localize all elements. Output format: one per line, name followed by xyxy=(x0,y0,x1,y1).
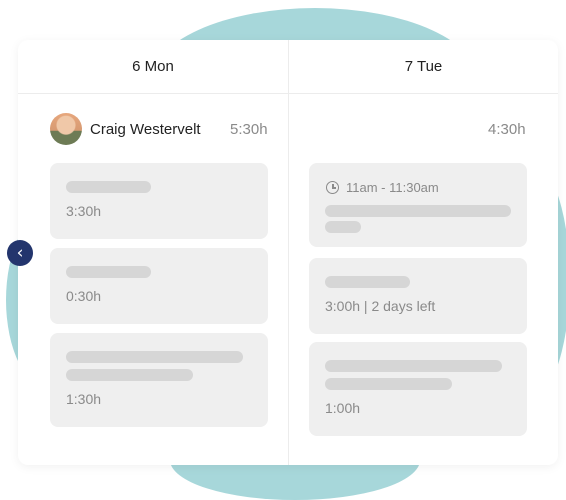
entry-duration: 3:30h xyxy=(66,203,102,219)
user-name: Craig Westervelt xyxy=(90,121,201,138)
avatar xyxy=(50,113,82,145)
time-entry[interactable]: 1:30h xyxy=(50,333,268,427)
placeholder-bar xyxy=(66,266,151,278)
day-header-tue: 7 Tue xyxy=(404,58,443,75)
time-entry[interactable]: 3:30h xyxy=(50,163,268,239)
placeholder-bar xyxy=(325,276,410,288)
entry-duration: 1:00h xyxy=(325,400,361,416)
day-total-mon: 5:30h xyxy=(230,121,268,138)
chevron-left-icon: ‹ xyxy=(16,243,24,263)
day-header-mon: 6 Mon xyxy=(132,58,174,75)
day-total-tue: 4:30h xyxy=(488,121,526,138)
entry-duration: 3:00h | 2 days left xyxy=(325,298,436,314)
entry-time-range: 11am - 11:30am xyxy=(346,180,439,195)
clock-icon xyxy=(326,181,339,194)
entry-duration: 1:30h xyxy=(66,391,102,407)
previous-day-button[interactable]: ‹ xyxy=(7,240,33,266)
placeholder-bar xyxy=(325,360,502,372)
placeholder-bar xyxy=(66,369,193,381)
entry-duration: 0:30h xyxy=(66,288,102,304)
placeholder-bar xyxy=(325,205,511,217)
time-entry[interactable]: 3:00h | 2 days left xyxy=(309,258,527,334)
time-entry[interactable]: 11am - 11:30am xyxy=(309,163,527,247)
placeholder-bar xyxy=(66,351,243,363)
placeholder-bar xyxy=(325,221,361,233)
placeholder-bar xyxy=(325,378,452,390)
header-divider xyxy=(18,93,558,94)
time-entry[interactable]: 0:30h xyxy=(50,248,268,324)
time-entry[interactable]: 1:00h xyxy=(309,342,527,436)
schedule-card: 6 Mon 7 Tue Craig Westervelt 5:30h 4:30h… xyxy=(18,40,558,465)
column-divider xyxy=(288,40,289,465)
placeholder-bar xyxy=(66,181,151,193)
